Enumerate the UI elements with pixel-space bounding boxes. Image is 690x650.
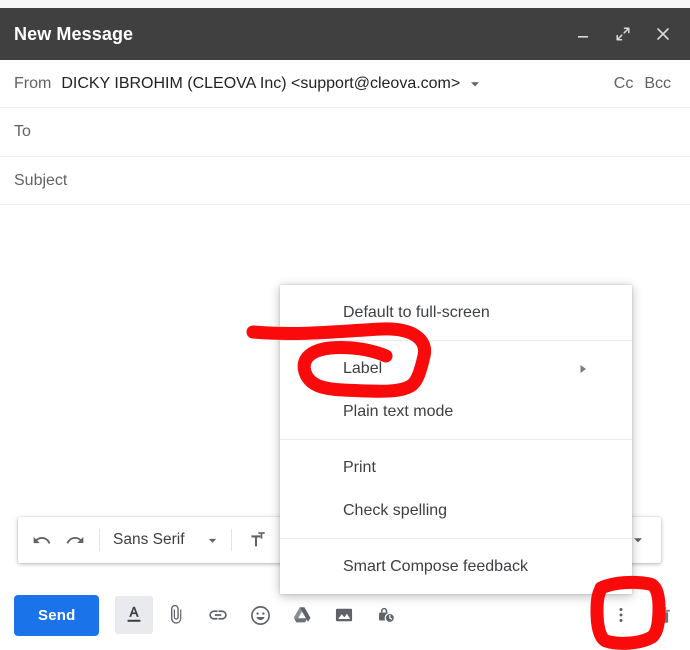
menu-item-plain-text-mode[interactable]: Plain text mode (280, 390, 632, 433)
confidential-mode-icon (379, 607, 396, 624)
fullscreen-icon (616, 27, 630, 41)
from-value: DICKY IBROHIM (CLEOVA Inc) <support@cleo… (61, 74, 461, 92)
subject-input[interactable]: Subject (14, 172, 67, 190)
minimize-button[interactable] (570, 21, 596, 47)
menu-item-smart-compose-feedback[interactable]: Smart Compose feedback (280, 545, 632, 588)
subject-row[interactable]: Subject (0, 157, 690, 205)
menu-item-default-to-full-screen[interactable]: Default to full-screen (280, 291, 632, 334)
paperclip-icon (171, 604, 182, 624)
font-size-button[interactable] (239, 523, 273, 557)
from-label: From (14, 74, 52, 92)
fullscreen-button[interactable] (610, 21, 636, 47)
cc-button[interactable]: Cc (611, 73, 637, 95)
insert-link-button[interactable] (199, 596, 237, 634)
attach-file-button[interactable] (157, 596, 195, 634)
menu-item-label[interactable]: Label (280, 347, 632, 390)
font-size-icon (250, 532, 265, 547)
menu-divider-3 (280, 538, 632, 539)
menu-item-label: Plain text mode (343, 402, 454, 420)
chevron-down-icon (471, 81, 480, 86)
google-drive-icon (294, 607, 311, 623)
toolbar-divider-2 (230, 529, 232, 551)
insert-emoji-button[interactable] (241, 596, 279, 634)
titlebar-actions (570, 21, 676, 47)
menu-divider-1 (280, 340, 632, 341)
redo-icon (66, 536, 83, 544)
emoji-icon (251, 605, 270, 625)
menu-divider-2 (280, 439, 632, 440)
to-row[interactable]: To (0, 108, 690, 157)
toolbar-divider-1 (99, 529, 100, 551)
close-icon (657, 28, 669, 40)
compose-titlebar: New Message (0, 8, 690, 60)
menu-item-check-spelling[interactable]: Check spelling (280, 489, 632, 532)
minimize-icon (578, 36, 588, 38)
menu-item-label: Smart Compose feedback (343, 557, 528, 575)
menu-item-label: Default to full-screen (343, 303, 490, 321)
menu-item-label: Print (343, 458, 376, 476)
menu-item-label: Check spelling (343, 501, 448, 519)
more-options-icon (619, 608, 623, 622)
undo-icon (33, 536, 50, 544)
triangle-right-icon (580, 364, 586, 373)
link-icon (209, 610, 228, 620)
compose-window: New Message From DICKY IBROHIM (CLEOVA I… (0, 8, 690, 650)
formatting-options-button[interactable] (115, 596, 154, 634)
send-button[interactable]: Send (14, 594, 100, 636)
confidential-mode-button[interactable] (367, 596, 405, 634)
more-options-button[interactable] (602, 596, 640, 634)
discard-draft-button[interactable] (644, 596, 682, 634)
font-family-select[interactable]: Sans Serif (107, 531, 224, 549)
to-input[interactable]: To (14, 123, 31, 141)
undo-button[interactable] (24, 523, 58, 557)
format-text-icon (128, 606, 141, 622)
more-options-menu: Default to full-screen Label Plain text … (280, 285, 632, 594)
submenu-arrow (578, 363, 588, 375)
bcc-button[interactable]: Bcc (641, 73, 674, 95)
from-dropdown-button[interactable] (469, 78, 481, 90)
trash-icon (656, 607, 670, 623)
page-title: New Message (14, 23, 134, 44)
menu-item-label-text: Label (343, 359, 383, 377)
close-button[interactable] (650, 21, 676, 47)
chevron-down-icon (634, 538, 642, 543)
page-background-strip (0, 0, 690, 8)
from-row: From DICKY IBROHIM (CLEOVA Inc) <support… (0, 60, 690, 108)
font-family-label: Sans Serif (113, 531, 185, 548)
redo-button[interactable] (58, 523, 92, 557)
insert-photo-icon (336, 608, 353, 622)
chevron-down-icon (208, 538, 216, 543)
menu-item-print[interactable]: Print (280, 446, 632, 489)
insert-photo-button[interactable] (325, 596, 363, 634)
insert-drive-file-button[interactable] (283, 596, 321, 634)
